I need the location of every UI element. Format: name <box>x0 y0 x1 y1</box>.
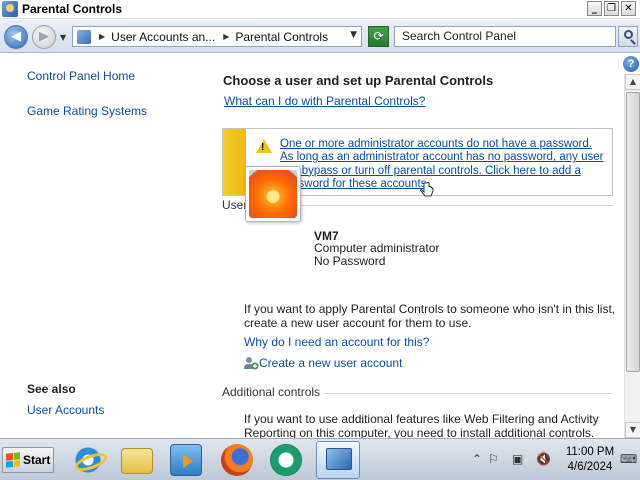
media-player-icon[interactable] <box>170 444 202 476</box>
content-area: Control Panel Home Game Rating Systems S… <box>0 54 624 438</box>
refresh-button[interactable]: ⟳ <box>368 26 389 47</box>
flag-icon[interactable]: ⚐ <box>488 452 499 466</box>
add-user-icon <box>243 355 259 371</box>
refresh-icon: ⟳ <box>373 29 384 43</box>
user-password-status: No Password <box>314 254 386 268</box>
restore-button[interactable]: ❐ <box>604 1 619 16</box>
start-label: Start <box>23 453 51 467</box>
control-panel-home-link[interactable]: Control Panel Home <box>27 69 135 83</box>
user-account-type: Computer administrator <box>314 241 440 255</box>
page-title: Choose a user and set up Parental Contro… <box>223 73 494 88</box>
show-hidden-icons-icon[interactable]: ⌃ <box>472 452 482 466</box>
chevron-down-icon[interactable]: ▼ <box>350 30 357 40</box>
internet-explorer-icon[interactable] <box>72 444 104 476</box>
game-rating-systems-link[interactable]: Game Rating Systems <box>27 104 147 118</box>
help-icon[interactable]: ? <box>623 56 639 72</box>
back-button[interactable]: ◀ <box>4 25 28 49</box>
user-avatar <box>249 170 297 218</box>
title-bar: Parental Controls _ ❐ ✕ <box>0 0 640 19</box>
taskbar-clock[interactable]: 11:00 PM 4/6/2024 <box>560 445 620 475</box>
warning-link[interactable]: One or more administrator accounts do no… <box>280 138 605 191</box>
chevron-right-icon[interactable]: ▶ <box>223 32 229 41</box>
minimize-button[interactable]: _ <box>587 1 602 16</box>
vertical-scrollbar[interactable]: ▲ ▼ <box>624 74 640 438</box>
back-icon: ◀ <box>11 29 21 44</box>
user-accounts-link[interactable]: User Accounts <box>27 403 104 417</box>
taskbar: Start ⌃ ⚐ ▣ 🔇 ⌨ 11:00 PM 4/6/2024 <box>0 438 640 480</box>
warning-icon: ! <box>256 139 272 153</box>
additional-controls-divider <box>312 393 613 394</box>
info-text-line-1: If you want to apply Parental Controls t… <box>244 302 616 316</box>
history-dropdown[interactable]: ▼ <box>60 33 66 42</box>
game-icon[interactable] <box>270 444 302 476</box>
hand-cursor-icon <box>420 182 434 197</box>
clock-date: 4/6/2024 <box>567 461 613 473</box>
additional-text-line-2: Reporting on this computer, you need to … <box>244 426 595 438</box>
info-text-line-2: create a new user account for them to us… <box>244 316 472 330</box>
chevron-right-icon[interactable]: ▶ <box>99 32 105 41</box>
additional-controls-label: Additional controls <box>222 385 325 399</box>
file-explorer-icon[interactable] <box>121 448 153 474</box>
search-input[interactable]: Search Control Panel <box>394 26 616 47</box>
users-divider <box>252 205 613 206</box>
parental-controls-icon <box>2 1 18 17</box>
search-icon <box>623 30 633 39</box>
window-title: Parental Controls <box>22 2 123 16</box>
start-button[interactable]: Start <box>2 447 54 473</box>
firefox-icon[interactable] <box>221 444 253 476</box>
keyboard-icon[interactable]: ⌨ <box>620 452 637 466</box>
control-panel-icon <box>77 29 91 44</box>
breadcrumb-parental-controls[interactable]: Parental Controls <box>235 30 328 44</box>
scrollbar-thumb[interactable] <box>626 92 640 372</box>
clock-time: 11:00 PM <box>565 446 615 458</box>
scroll-up-button[interactable]: ▲ <box>625 74 640 90</box>
warning-stripe <box>223 129 246 195</box>
close-button[interactable]: ✕ <box>621 1 636 16</box>
control-panel-taskbar-button[interactable] <box>316 441 360 479</box>
why-account-link[interactable]: Why do I need an account for this? <box>244 335 429 349</box>
search-button[interactable] <box>618 26 638 47</box>
network-icon[interactable]: ▣ <box>512 452 523 466</box>
windows-logo-icon <box>6 452 20 468</box>
address-toolbar: ◀ ▶ ▼ ▶ User Accounts an... ▶ Parental C… <box>0 20 640 53</box>
breadcrumb-user-accounts[interactable]: User Accounts an... <box>111 30 215 44</box>
what-can-i-do-link[interactable]: What can I do with Parental Controls? <box>224 94 425 108</box>
forward-button[interactable]: ▶ <box>32 25 56 49</box>
forward-icon: ▶ <box>39 29 49 44</box>
address-bar[interactable]: ▶ User Accounts an... ▶ Parental Control… <box>72 26 362 47</box>
scroll-down-button[interactable]: ▼ <box>625 422 640 438</box>
create-user-account-link[interactable]: Create a new user account <box>259 356 402 370</box>
volume-muted-icon[interactable]: 🔇 <box>536 452 551 466</box>
window-controls: _ ❐ ✕ <box>587 1 636 16</box>
additional-text-line-1: If you want to use additional features l… <box>244 412 599 426</box>
see-also-heading: See also <box>27 382 76 396</box>
user-tile-vm7[interactable] <box>245 166 301 222</box>
